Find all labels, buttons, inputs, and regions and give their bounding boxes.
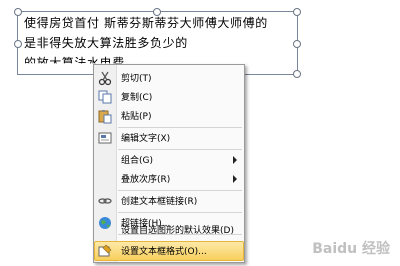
text-line-1: 使得房贷首付 斯蒂芬斯蒂芬大师傅大师傅的 bbox=[24, 16, 268, 30]
menu-item-paste[interactable]: 粘贴(P) bbox=[95, 107, 243, 125]
submenu-arrow-icon bbox=[233, 156, 237, 164]
submenu-arrow-icon bbox=[233, 175, 237, 183]
menu-item-label: 设置自选图形的默认效果(D) bbox=[121, 226, 234, 236]
menu-item-label: 组合(G) bbox=[121, 156, 153, 166]
menu-separator bbox=[118, 127, 242, 128]
menu-item-group[interactable]: 组合(G) bbox=[95, 151, 243, 169]
menu-item-label: 粘贴(P) bbox=[121, 112, 152, 122]
format-textbox-icon bbox=[97, 243, 113, 259]
resize-handle-e[interactable] bbox=[293, 40, 301, 48]
link-icon bbox=[97, 193, 113, 209]
resize-handle-se[interactable] bbox=[293, 70, 301, 78]
resize-handle-w[interactable] bbox=[14, 40, 22, 48]
edit-text-icon bbox=[97, 130, 113, 146]
menu-item-format-textbox[interactable]: 设置文本框格式(O)... bbox=[94, 241, 244, 261]
menu-item-label: 叠放次序(R) bbox=[121, 175, 171, 185]
resize-handle-nw[interactable] bbox=[14, 8, 22, 16]
menu-item-create-textbox-link[interactable]: 创建文本框链接(R) bbox=[95, 192, 243, 210]
menu-item-label: 设置文本框格式(O)... bbox=[121, 247, 207, 257]
scissors-icon bbox=[97, 70, 113, 86]
menu-item-edit-text[interactable]: 编辑文字(X) bbox=[95, 129, 243, 147]
menu-item-label: 复制(C) bbox=[121, 93, 153, 103]
menu-item-copy[interactable]: 复制(C) bbox=[95, 88, 243, 106]
copy-icon bbox=[97, 89, 113, 105]
resize-handle-ne[interactable] bbox=[293, 8, 301, 16]
text-line-2: 是非得失放大算法胜多负少的 bbox=[24, 36, 188, 50]
menu-item-label: 创建文本框链接(R) bbox=[121, 197, 198, 207]
menu-item-order[interactable]: 叠放次序(R) bbox=[95, 170, 243, 188]
menu-item-label: 剪切(T) bbox=[121, 74, 152, 84]
menu-item-set-default-effect[interactable]: 设置自选图形的默认效果(D) bbox=[95, 221, 243, 239]
menu-separator bbox=[118, 190, 242, 191]
menu-item-cut[interactable]: 剪切(T) bbox=[95, 69, 243, 87]
context-menu: 剪切(T) 复制(C) 粘贴(P) 编辑文字(X) 组合(G) 叠放次序(R) … bbox=[93, 64, 245, 263]
resize-handle-n[interactable] bbox=[153, 8, 161, 16]
menu-separator bbox=[118, 212, 242, 213]
paste-icon bbox=[97, 108, 113, 124]
watermark: Baidu 经验 bbox=[312, 241, 390, 257]
menu-separator bbox=[118, 149, 242, 150]
menu-item-label: 编辑文字(X) bbox=[121, 134, 171, 144]
